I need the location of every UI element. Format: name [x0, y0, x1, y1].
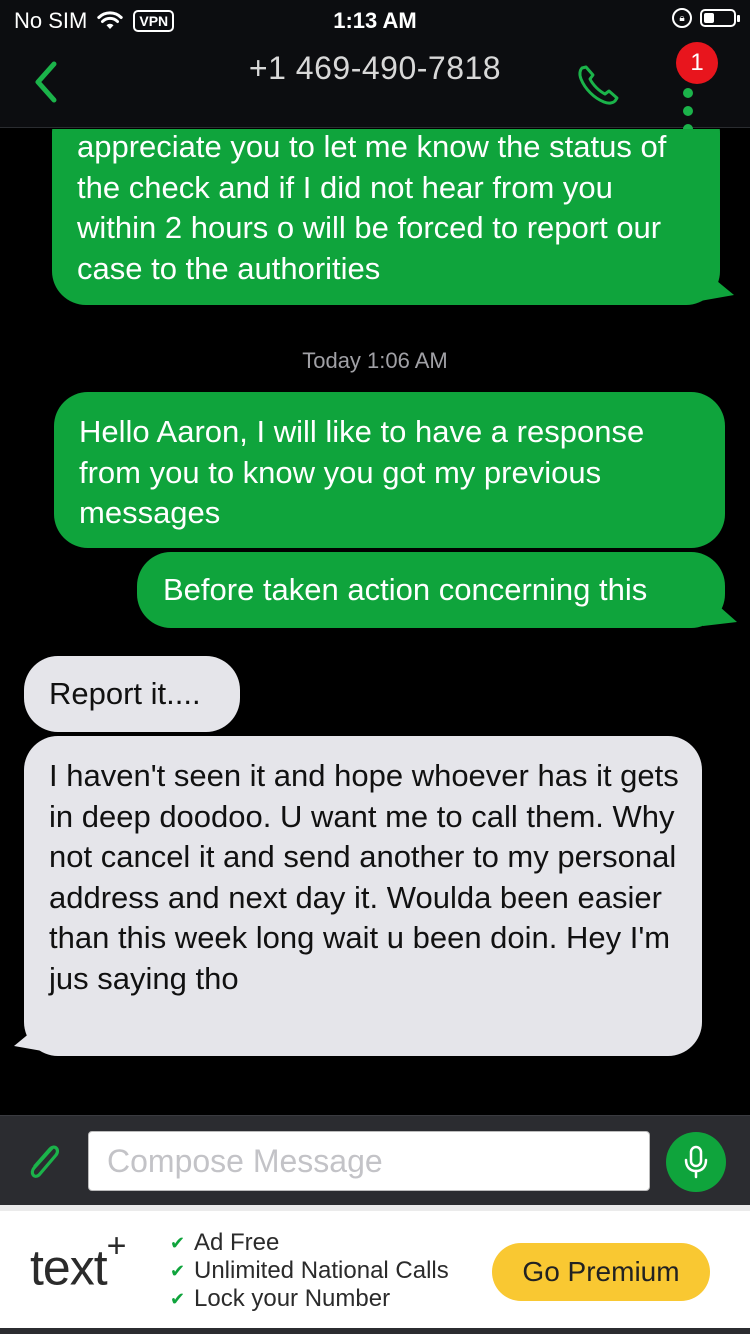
bubble-tail: [703, 592, 737, 626]
phone-icon[interactable]: [572, 60, 624, 112]
feature-label: Ad Free: [194, 1229, 280, 1256]
go-premium-button[interactable]: Go Premium: [492, 1243, 710, 1301]
message-bubble-outgoing[interactable]: Hello Aaron, I will like to have a respo…: [54, 392, 725, 548]
premium-features-list: ✔ Ad Free ✔ Unlimited National Calls ✔ Lock…: [170, 1229, 449, 1313]
status-bar: No SIM VPN 1:13 AM 🔒︎: [0, 0, 750, 40]
message-text: I haven't seen it and hope whoever has i…: [49, 758, 679, 996]
feature-item: ✔ Unlimited National Calls: [170, 1257, 449, 1285]
message-bubble-outgoing[interactable]: appreciate you to let me know the status…: [52, 129, 734, 305]
check-icon: ✔: [170, 1233, 186, 1253]
microphone-button[interactable]: [666, 1132, 726, 1192]
feature-item: ✔ Ad Free: [170, 1229, 449, 1257]
premium-ad-banner[interactable]: text+ ✔ Ad Free ✔ Unlimited National Calls…: [0, 1205, 750, 1334]
notification-badge: 1: [676, 42, 718, 84]
check-icon: ✔: [170, 1289, 186, 1309]
message-text: Report it....: [49, 676, 201, 711]
paperclip-icon[interactable]: [22, 1138, 66, 1184]
compose-bar: [0, 1115, 750, 1205]
menu-dot: [683, 106, 693, 116]
compose-message-input[interactable]: [88, 1131, 650, 1191]
check-icon: ✔: [170, 1261, 186, 1281]
status-time: 1:13 AM: [333, 8, 417, 33]
bubble-tail: [700, 267, 734, 301]
logo-text: text: [30, 1239, 108, 1296]
microphone-icon: [684, 1145, 708, 1179]
bottom-divider: [0, 1328, 750, 1334]
feature-item: ✔ Lock your Number: [170, 1285, 449, 1313]
logo-plus: +: [106, 1227, 127, 1265]
message-bubble-incoming[interactable]: I haven't seen it and hope whoever has i…: [14, 736, 702, 1056]
message-thread[interactable]: appreciate you to let me know the status…: [0, 129, 750, 1115]
status-right: 🔒︎: [672, 8, 740, 28]
contact-number: +1 469-490-7818: [248, 50, 502, 86]
message-text: Hello Aaron, I will like to have a respo…: [79, 414, 645, 530]
battery-icon: [700, 9, 740, 27]
timestamp-divider: Today 1:06 AM: [302, 348, 448, 373]
message-text: appreciate you to let me know the status…: [77, 129, 667, 286]
feature-label: Lock your Number: [194, 1285, 391, 1312]
message-bubble-outgoing[interactable]: Before taken action concerning this: [137, 552, 737, 628]
rotation-lock-icon: 🔒︎: [672, 8, 692, 28]
textplus-logo: text+: [30, 1227, 126, 1297]
message-text: Before taken action concerning this: [163, 572, 648, 607]
conversation-header: +1 469-490-7818 1: [0, 40, 750, 134]
menu-dot: [683, 88, 693, 98]
message-bubble-incoming[interactable]: Report it....: [24, 656, 240, 732]
bubble-tail: [14, 1018, 48, 1052]
feature-label: Unlimited National Calls: [194, 1257, 449, 1284]
